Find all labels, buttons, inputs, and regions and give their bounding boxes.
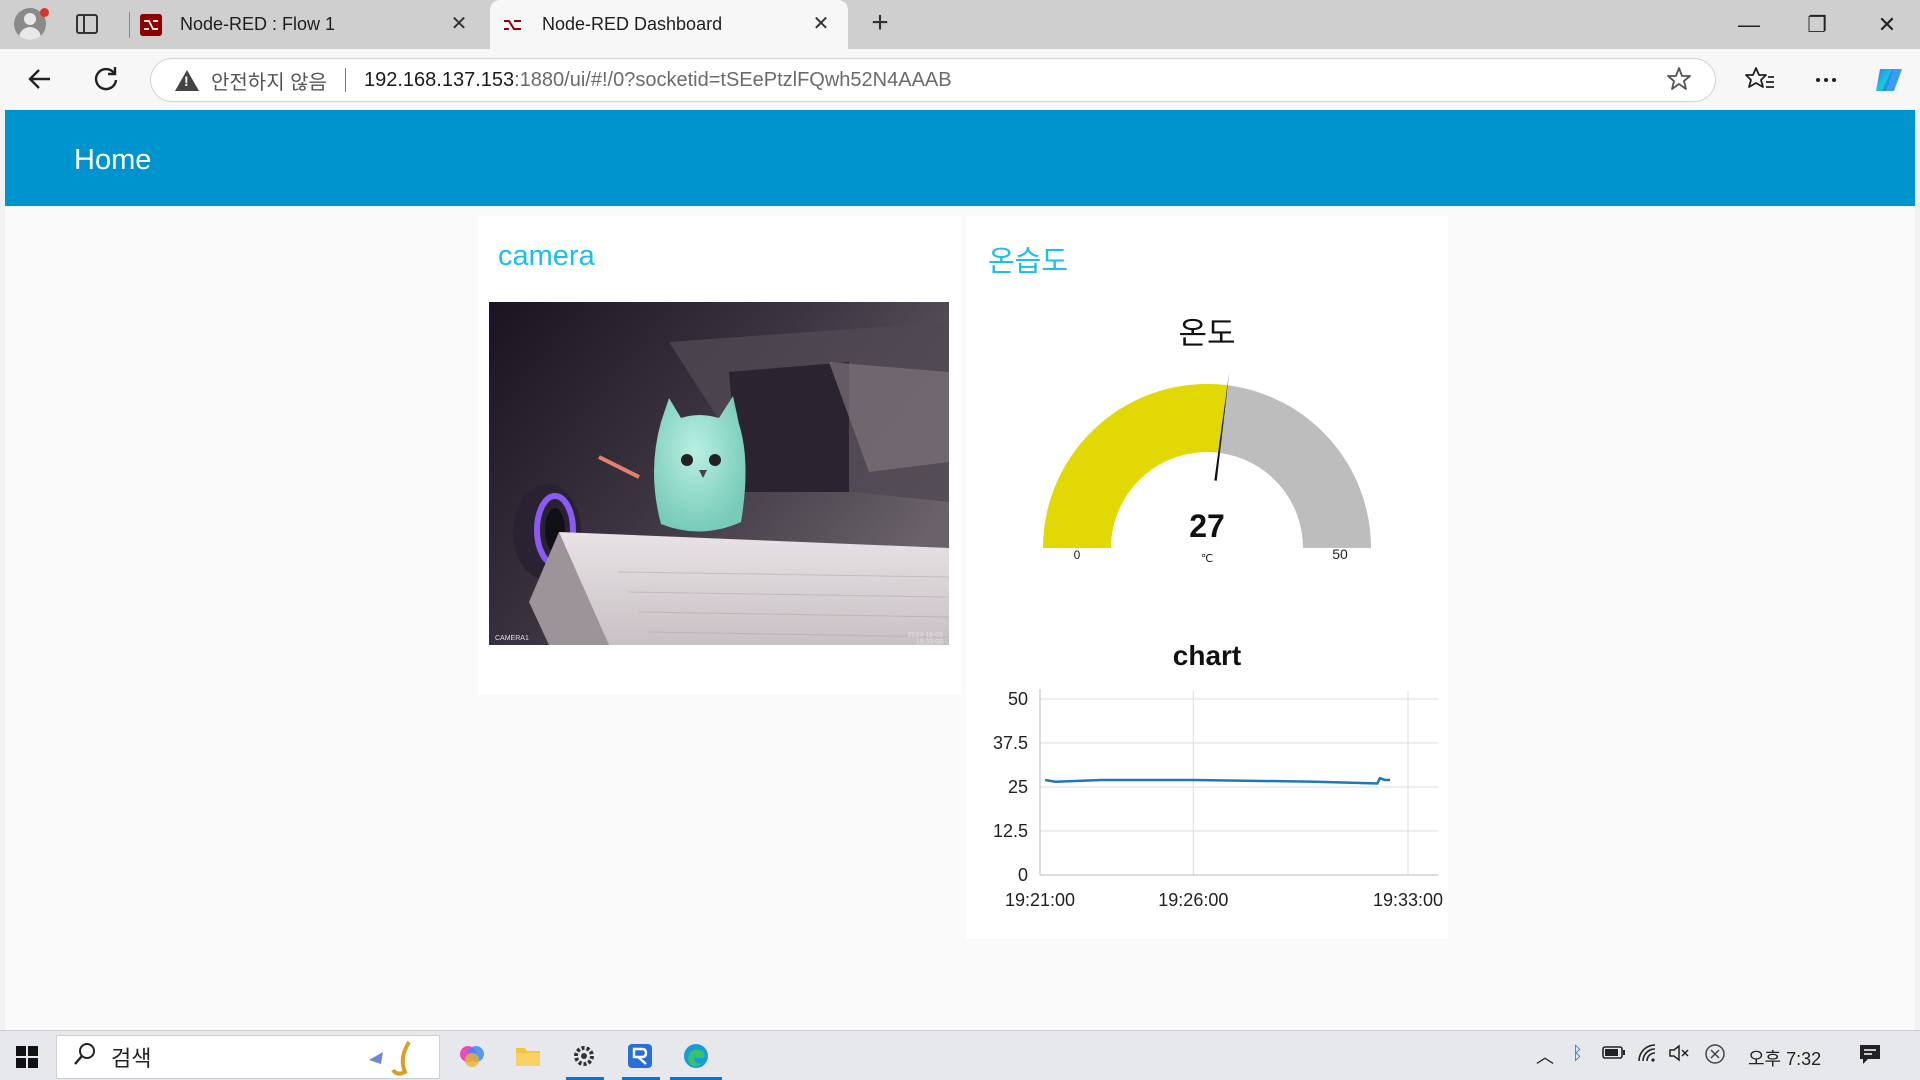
chart-y-tick-label: 25: [1008, 777, 1028, 797]
camera-card-title: camera: [498, 240, 595, 272]
taskbar-search-box[interactable]: 검색: [56, 1035, 440, 1079]
dashboard-page: Home camera CAMERA1 2024-11-05 19:33:08 …: [5, 110, 1915, 1030]
remote-desktop-icon[interactable]: [626, 1042, 654, 1070]
search-highlight-icon: [359, 1038, 429, 1080]
security-label[interactable]: 안전하지 않음: [211, 66, 327, 95]
browser-toolbar: 안전하지 않음 192.168.137.153 :1880/ui/#!/0?so…: [0, 49, 1920, 110]
node-red-favicon-icon: [140, 13, 162, 36]
chart-x-tick-label: 19:26:00: [1158, 890, 1228, 910]
settings-gear-icon[interactable]: [570, 1042, 598, 1070]
new-tab-button[interactable]: +: [866, 8, 894, 38]
node-red-favicon-icon: [502, 14, 524, 36]
browser-tab-strip: Node-RED : Flow 1 ✕ Node-RED Dashboard ✕…: [0, 0, 1920, 49]
chart-series-line: [1044, 776, 1391, 785]
close-tab-icon[interactable]: ✕: [448, 13, 470, 35]
back-arrow-icon[interactable]: [24, 63, 56, 95]
bluetooth-icon[interactable]: ᛒ: [1572, 1043, 1583, 1064]
windows-taskbar: 검색 ︿ ᛒ 오후 7:32: [0, 1030, 1920, 1080]
copilot-app-icon[interactable]: [458, 1042, 486, 1070]
tab-divider: [129, 12, 130, 38]
tab-label: Node-RED Dashboard: [542, 14, 723, 34]
status-blocked-icon[interactable]: [1704, 1043, 1726, 1070]
edge-browser-icon[interactable]: [682, 1042, 710, 1070]
url-path: :1880/ui/#!/0?socketid=tSEePtzlFQwh52N4A…: [514, 68, 952, 91]
warning-icon[interactable]: [175, 69, 199, 91]
search-icon: [73, 1042, 97, 1073]
tab-actions-icon[interactable]: [76, 14, 98, 34]
favorites-icon[interactable]: [1744, 63, 1776, 95]
chart-x-tick-label: 19:33:00: [1373, 890, 1443, 910]
tab-node-red-dashboard[interactable]: Node-RED Dashboard ✕: [490, 0, 848, 49]
camera-overlay-label: CAMERA1: [495, 635, 529, 642]
temperature-line-chart: 50 37.5 25 12.5 0 19:21:00 19:26:00 19:33:00: [993, 689, 1443, 910]
address-bar[interactable]: 안전하지 않음 192.168.137.153 :1880/ui/#!/0?so…: [150, 58, 1716, 102]
notification-dot: [40, 8, 49, 17]
restore-button[interactable]: ❐: [1802, 10, 1832, 40]
notification-center-icon[interactable]: [1858, 1043, 1882, 1070]
chart-y-tick-label: 37.5: [993, 733, 1028, 753]
tab-label: Node-RED : Flow 1: [180, 14, 336, 34]
file-explorer-icon[interactable]: [514, 1042, 542, 1070]
show-hidden-icons-icon[interactable]: ︿: [1536, 1043, 1554, 1069]
camera-card: camera CAMERA1 2024-11-05 19:33:08: [479, 216, 961, 694]
more-icon[interactable]: [1810, 63, 1842, 95]
dashboard-header: Home: [5, 110, 1915, 206]
address-divider: [344, 68, 346, 92]
camera-overlay-timestamp: 2024-11-05 19:33:08: [907, 632, 943, 645]
wifi-icon[interactable]: [1636, 1043, 1658, 1068]
volume-muted-icon[interactable]: [1668, 1043, 1690, 1068]
copilot-icon[interactable]: [1872, 63, 1904, 95]
battery-icon[interactable]: [1602, 1043, 1626, 1066]
chart-y-tick-label: 12.5: [993, 821, 1028, 841]
temperature-humidity-card: 온습도 온도 27 ℃ 0 50 chart 50 37.5 25 12.5 0 19:2…: [966, 216, 1448, 939]
clock[interactable]: 오후 7:32: [1748, 1045, 1821, 1071]
reload-icon[interactable]: [90, 63, 122, 95]
star-icon[interactable]: [1665, 65, 1693, 100]
chart-x-tick-label: 19:21:00: [1005, 890, 1075, 910]
close-window-button[interactable]: ✕: [1872, 10, 1902, 40]
chart-y-tick-label: 50: [1008, 689, 1028, 709]
minimize-button[interactable]: —: [1734, 10, 1764, 40]
chart-y-tick-label: 0: [1018, 865, 1028, 885]
camera-feed-image: CAMERA1 2024-11-05 19:33:08: [489, 302, 949, 645]
search-placeholder: 검색: [111, 1046, 152, 1071]
page-title: Home: [74, 144, 152, 176]
url-host: 192.168.137.153: [363, 68, 515, 91]
windows-start-icon[interactable]: [16, 1046, 38, 1068]
close-tab-icon[interactable]: ✕: [810, 13, 832, 35]
tab-node-red-flow[interactable]: Node-RED : Flow 1 ✕: [136, 0, 486, 49]
